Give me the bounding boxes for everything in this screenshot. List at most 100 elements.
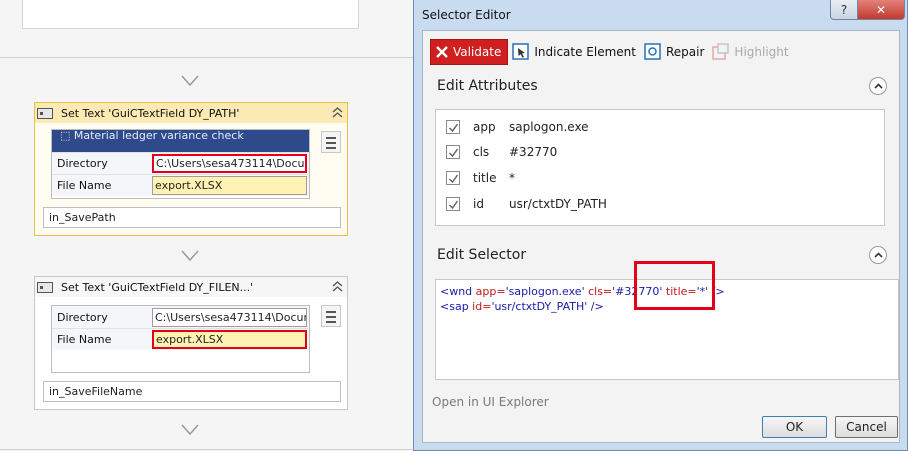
attribute-value[interactable]: saplogon.exe [509, 120, 589, 134]
highlight-label: Highlight [734, 45, 789, 59]
menu-icon-line [326, 316, 336, 318]
selector-editor-dialog: Selector Editor ? ✕ Validate Indicate El… [413, 0, 908, 451]
attribute-name: app [473, 120, 496, 134]
indicate-element-label: Indicate Element [534, 45, 636, 59]
collapse-up-icon[interactable] [332, 281, 343, 292]
attribute-value[interactable]: usr/ctxtDY_PATH [509, 197, 607, 211]
sap-banner: ⬚ Material ledger variance check [52, 130, 309, 152]
collapse-selector-toggle[interactable] [869, 246, 887, 264]
text-input-save-filename[interactable]: in_SaveFileName [43, 381, 341, 402]
sequence-divider [0, 449, 420, 450]
validate-button[interactable]: Validate [430, 39, 509, 65]
attribute-checkbox-app[interactable] [446, 120, 460, 134]
menu-icon [326, 137, 336, 139]
selector-attr-key: app= [475, 285, 506, 298]
close-button[interactable]: ✕ [857, 0, 905, 20]
directory-label: Directory [57, 310, 108, 324]
attribute-name: id [473, 197, 484, 211]
dialog-titlebar[interactable]: Selector Editor ? ✕ [414, 0, 907, 30]
selector-attr-key: id= [472, 300, 492, 313]
activity-title: Set Text 'GuiCTextField DY_FILEN...' [61, 280, 254, 294]
activity-header[interactable]: Set Text 'GuiCTextField DY_PATH' [35, 103, 347, 123]
highlight-icon [712, 43, 730, 60]
filename-label: File Name [57, 333, 112, 346]
attributes-list: app saplogon.exe cls #32770 title * id u… [435, 109, 885, 226]
dialog-client-area: Validate Indicate Element Repair Highlig… [422, 30, 900, 443]
sap-screenshot-preview: ⬚ Material ledger variance check Directo… [51, 129, 310, 199]
filename-field[interactable]: export.XLSX [152, 176, 307, 195]
filename-label: File Name [57, 179, 112, 192]
selector-attr-key: cls= [588, 285, 613, 298]
selector-toolbar: Validate Indicate Element Repair Highlig… [430, 39, 797, 65]
chevron-up-icon [874, 252, 883, 258]
repair-icon [644, 43, 661, 60]
previous-activity-card[interactable] [22, 0, 359, 29]
attribute-checkbox-cls[interactable] [446, 145, 460, 159]
sequence-divider [0, 57, 420, 58]
help-button[interactable]: ? [830, 0, 858, 20]
highlight-button[interactable]: Highlight [712, 39, 789, 65]
menu-icon [326, 311, 336, 313]
attribute-row-app: app saplogon.exe [436, 117, 884, 137]
edit-selector-title: Edit Selector [437, 247, 527, 263]
selector-tag-close: /> [590, 300, 604, 313]
indicate-element-button[interactable]: Indicate Element [512, 39, 636, 65]
filename-field[interactable]: export.XLSX [152, 330, 307, 349]
set-text-icon [37, 281, 53, 293]
collapse-up-icon[interactable] [332, 107, 343, 118]
repair-label: Repair [666, 45, 705, 59]
validate-x-icon [436, 46, 448, 58]
flow-arrow-icon [181, 75, 199, 87]
menu-icon-line [326, 147, 336, 149]
set-text-activity-dy-filename[interactable]: Set Text 'GuiCTextField DY_FILEN...' Dir… [34, 276, 348, 410]
directory-field[interactable]: C:\Users\sesa473114\Docum [152, 154, 307, 173]
menu-icon-line [326, 142, 336, 144]
sap-banner-text: Material ledger variance check [73, 130, 244, 142]
directory-label: Directory [57, 157, 108, 170]
cancel-button[interactable]: Cancel [835, 416, 898, 438]
edit-attributes-title: Edit Attributes [437, 78, 538, 94]
attribute-row-cls: cls #32770 [436, 142, 884, 162]
menu-icon-line [326, 321, 336, 323]
checkbox-check-icon [448, 200, 459, 210]
attribute-checkbox-id[interactable] [446, 197, 460, 211]
ok-button[interactable]: OK [762, 416, 827, 438]
attribute-name: title [473, 171, 497, 185]
workflow-canvas: Set Text 'GuiCTextField DY_PATH' ⬚ Mater… [0, 0, 420, 451]
checkbox-check-icon [448, 148, 459, 158]
activity-header[interactable]: Set Text 'GuiCTextField DY_FILEN...' [35, 277, 347, 297]
selector-tag: <wnd [440, 285, 476, 298]
selector-attr-value: 'usr/ctxtDY_PATH' [491, 300, 591, 313]
activity-title: Set Text 'GuiCTextField DY_PATH' [61, 106, 240, 120]
attribute-value[interactable]: #32770 [509, 145, 557, 159]
set-text-activity-dy-path[interactable]: Set Text 'GuiCTextField DY_PATH' ⬚ Mater… [34, 102, 348, 236]
activity-menu-button[interactable] [321, 131, 341, 153]
selector-attr-value: 'saplogon.exe' [505, 285, 589, 298]
directory-field[interactable]: C:\Users\sesa473114\Docum [152, 307, 307, 327]
attribute-row-id: id usr/ctxtDY_PATH [436, 194, 884, 214]
activity-menu-button[interactable] [321, 305, 341, 327]
sap-row-directory: Directory C:\Users\sesa473114\Docum [52, 152, 309, 174]
open-in-ui-explorer-link[interactable]: Open in UI Explorer [432, 395, 549, 409]
sap-screenshot-preview: Directory C:\Users\sesa473114\Docum File… [51, 305, 310, 373]
flow-arrow-icon [181, 250, 199, 262]
indicate-element-icon [512, 43, 530, 60]
dialog-title: Selector Editor [422, 8, 511, 22]
selector-tag: <sap [440, 300, 473, 313]
attribute-name: cls [473, 145, 490, 159]
checkbox-check-icon [448, 123, 459, 133]
sap-row-filename: File Name export.XLSX [52, 174, 309, 196]
attribute-checkbox-title[interactable] [446, 171, 460, 185]
collapse-attributes-toggle[interactable] [869, 77, 887, 95]
sap-row-directory: Directory C:\Users\sesa473114\Docum [52, 306, 309, 328]
checkbox-check-icon [448, 174, 459, 184]
attribute-value[interactable]: * [509, 171, 515, 185]
chevron-up-icon [874, 83, 883, 89]
repair-button[interactable]: Repair [644, 39, 704, 65]
flow-arrow-icon [181, 424, 199, 436]
annotation-highlight-box [634, 261, 715, 310]
text-input-save-path[interactable]: in_SavePath [43, 207, 341, 228]
sap-row-filename: File Name export.XLSX [52, 328, 309, 350]
attribute-row-title: title * [436, 168, 884, 188]
set-text-icon [37, 107, 53, 119]
